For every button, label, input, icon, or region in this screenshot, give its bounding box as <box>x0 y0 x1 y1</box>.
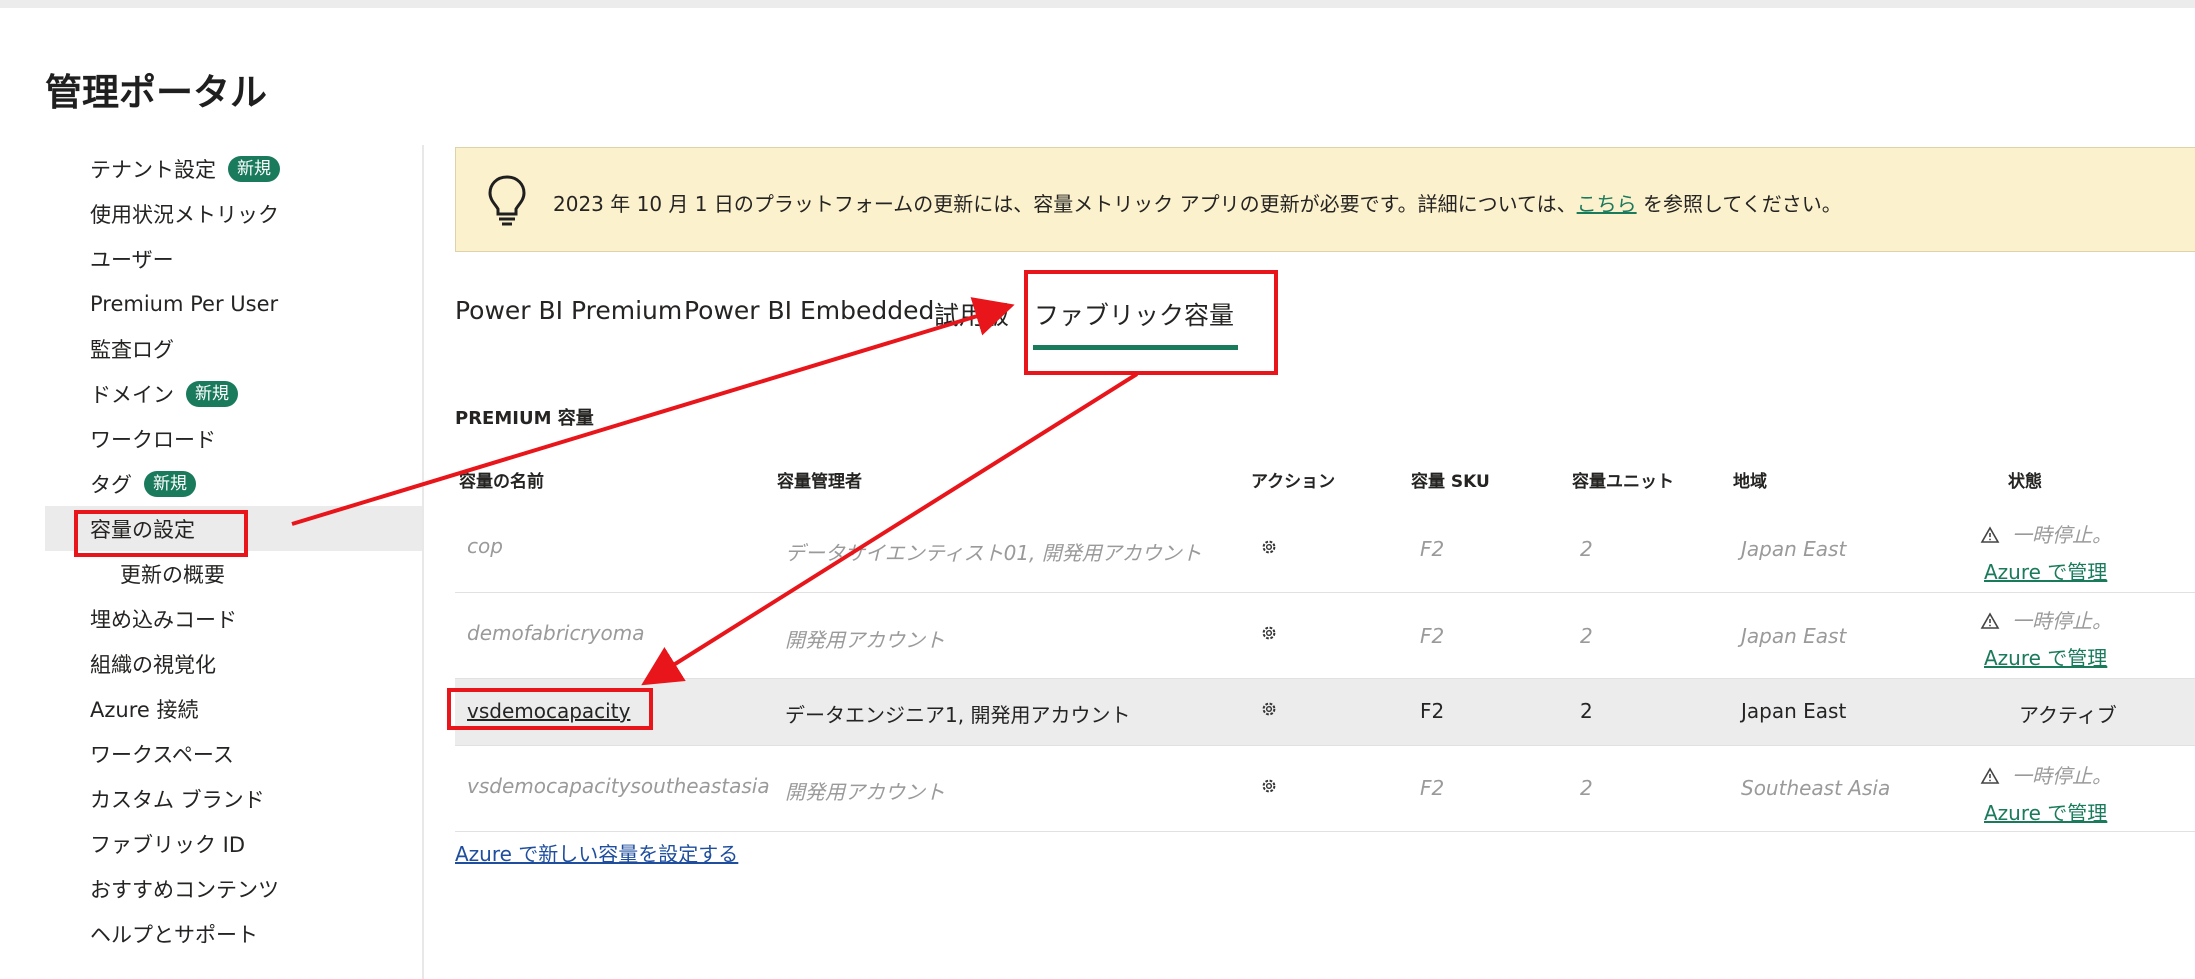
annotation-arrows <box>291 297 1139 686</box>
